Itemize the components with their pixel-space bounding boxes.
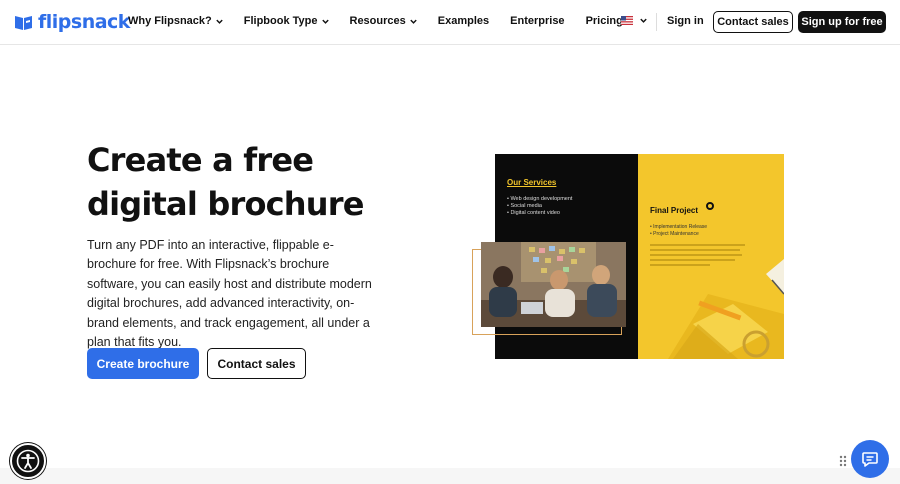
hero-title: Create a free digital brochure xyxy=(87,138,407,226)
list-item: • Web design development xyxy=(507,196,573,202)
chevron-down-icon xyxy=(321,19,329,24)
chevron-down-icon xyxy=(216,19,223,24)
main-menu: Why Flipsnack? Flipbook Type Resources E… xyxy=(128,15,623,27)
list-item: • Digital content video xyxy=(507,210,560,216)
contact-sales-button[interactable]: Contact sales xyxy=(207,348,306,379)
brochure-services-list: • Web design development • Social media … xyxy=(507,196,572,217)
nav-divider xyxy=(656,13,657,31)
nav-examples[interactable]: Examples xyxy=(438,15,489,27)
hero-title-line2: digital brochure xyxy=(87,185,364,223)
language-selector[interactable] xyxy=(621,16,648,25)
hero-description: Turn any PDF into an interactive, flippa… xyxy=(87,238,372,350)
chevron-down-icon xyxy=(640,18,647,23)
accessibility-icon xyxy=(16,449,40,473)
sign-in-link[interactable]: Sign in xyxy=(667,15,704,27)
desk-objects-illustration xyxy=(668,259,784,359)
nav-flipbook-type[interactable]: Flipbook Type xyxy=(244,15,330,27)
brochure-services-title: Our Services xyxy=(507,178,557,187)
nav-enterprise-label: Enterprise xyxy=(510,15,565,27)
nav-flipbook-type-label: Flipbook Type xyxy=(243,15,318,27)
chevron-down-icon xyxy=(410,19,417,24)
list-item: • Social media xyxy=(507,203,542,209)
team-photo xyxy=(481,242,626,327)
drag-handle-icon[interactable] xyxy=(839,455,847,467)
nav-why-flipsnack[interactable]: Why Flipsnack? xyxy=(128,15,224,27)
sign-up-button[interactable]: Sign up for free xyxy=(798,11,886,33)
brochure-right-page: Final Project • Implementation Release •… xyxy=(638,154,784,359)
flipsnack-logo[interactable]: flipsnack xyxy=(14,11,130,33)
nav-why-flipsnack-label: Why Flipsnack? xyxy=(128,15,212,27)
logo-text: flipsnack xyxy=(38,11,130,33)
nav-pricing-label: Pricing xyxy=(585,15,623,27)
create-brochure-button[interactable]: Create brochure xyxy=(87,348,199,379)
nav-resources[interactable]: Resources xyxy=(350,15,418,27)
top-navbar: flipsnack Why Flipsnack? Flipbook Type R… xyxy=(0,0,900,45)
hero-title-line1: Create a free xyxy=(87,141,314,179)
accessibility-button[interactable] xyxy=(10,443,46,479)
us-flag-icon xyxy=(621,16,633,25)
contact-sales-nav-button[interactable]: Contact sales xyxy=(713,11,793,33)
nav-enterprise[interactable]: Enterprise xyxy=(510,15,564,27)
nav-pricing[interactable]: Pricing xyxy=(586,15,623,27)
next-section-edge xyxy=(0,468,900,484)
team-meeting-image xyxy=(481,242,626,327)
flipsnack-logo-icon xyxy=(14,14,34,31)
chat-icon xyxy=(862,452,878,467)
chat-button[interactable] xyxy=(851,440,889,478)
nav-examples-label: Examples xyxy=(437,15,490,27)
nav-resources-label: Resources xyxy=(349,15,406,27)
